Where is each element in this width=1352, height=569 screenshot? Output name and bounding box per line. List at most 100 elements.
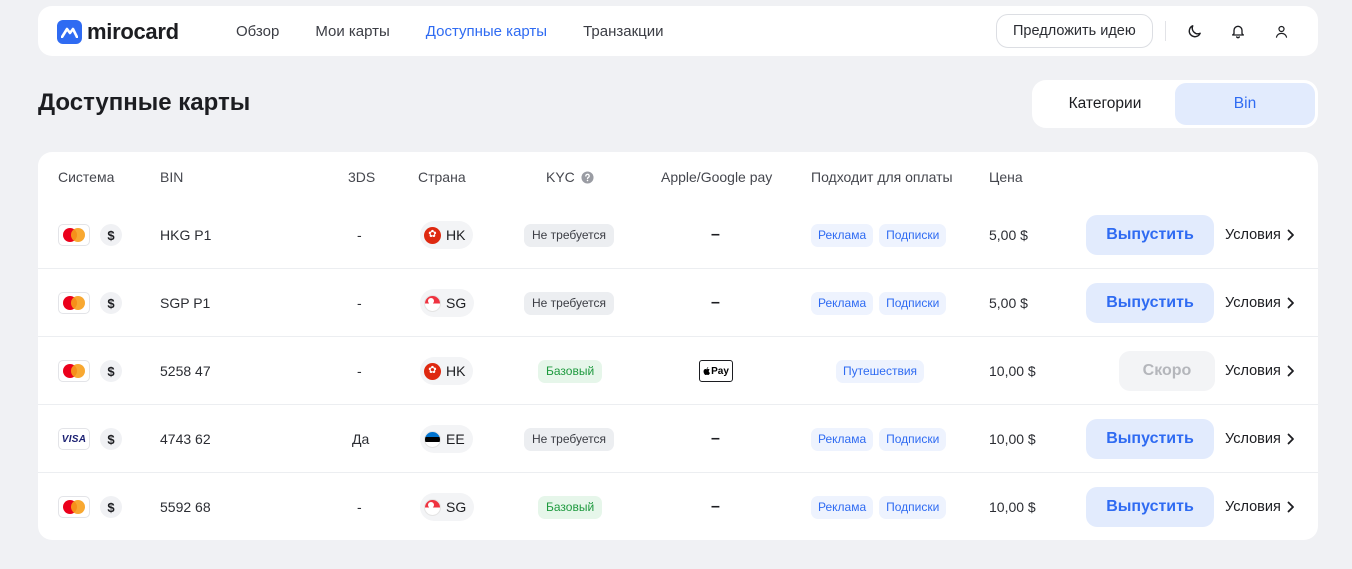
usage-tag: Реклама xyxy=(811,291,874,315)
table-row: VISA $ 4743 62 Да EE Не требуется – Рекл… xyxy=(38,404,1318,472)
price-value: 5,00 $ xyxy=(989,295,1028,311)
price-value: 10,00 $ xyxy=(989,431,1036,447)
chevron-right-icon xyxy=(1287,229,1294,241)
bin-value: HKG P1 xyxy=(160,227,212,243)
divider xyxy=(1165,21,1166,41)
column-header-country: Страна xyxy=(418,169,466,185)
usage-tag: Подписки xyxy=(879,427,947,451)
singapore-flag-icon xyxy=(424,498,441,516)
usage-tag: Реклама xyxy=(811,223,874,247)
country-badge: SG xyxy=(420,493,475,521)
3ds-value: - xyxy=(357,227,362,243)
column-header-wallet-pay: Apple/Google pay xyxy=(661,169,773,185)
table-row: $ HKG P1 - ✿ HK Не требуется – Реклама П… xyxy=(38,201,1318,269)
country-code: SG xyxy=(446,295,467,311)
issue-card-button[interactable]: Выпустить xyxy=(1086,283,1214,323)
cards-table: Система BIN 3DS Страна KYC Apple/Google … xyxy=(38,152,1318,540)
kyc-badge: Не требуется xyxy=(524,223,614,247)
currency-icon: $ xyxy=(100,428,122,450)
column-header-kyc: KYC xyxy=(546,169,594,185)
bell-icon xyxy=(1232,25,1244,39)
kyc-badge: Не требуется xyxy=(524,427,614,451)
usage-tag: Подписки xyxy=(879,291,947,315)
country-code: HK xyxy=(446,227,466,243)
coming-soon-button: Скоро xyxy=(1119,351,1215,391)
country-badge: SG xyxy=(420,289,475,317)
country-code: HK xyxy=(446,363,466,379)
terms-label: Условия xyxy=(1225,499,1281,515)
terms-link[interactable]: Условия xyxy=(1225,431,1295,447)
terms-label: Условия xyxy=(1225,431,1281,447)
nav-item-transactions[interactable]: Транзакции xyxy=(583,23,663,40)
3ds-value: - xyxy=(357,363,362,379)
wallet-pay-value: – xyxy=(711,294,720,311)
column-header-3ds: 3DS xyxy=(348,169,376,185)
profile-button[interactable] xyxy=(1268,18,1294,44)
kyc-badge: Базовый xyxy=(538,495,603,519)
suggest-idea-button[interactable]: Предложить идею xyxy=(996,14,1153,48)
wallet-pay-value: – xyxy=(711,498,720,515)
terms-link[interactable]: Условия xyxy=(1225,227,1295,243)
table-row: $ SGP P1 - SG Не требуется – Реклама Под… xyxy=(38,268,1318,336)
visa-icon: VISA xyxy=(58,428,90,450)
estonia-flag-icon xyxy=(424,430,441,448)
mastercard-icon xyxy=(58,360,90,382)
brand-logo[interactable]: mirocard xyxy=(57,19,179,45)
usage-tag: Подписки xyxy=(879,495,947,519)
kyc-header-label: KYC xyxy=(546,169,575,185)
nav-item-my-cards[interactable]: Мои карты xyxy=(315,23,389,40)
page-title: Доступные карты xyxy=(38,89,251,116)
bin-value: 4743 62 xyxy=(160,431,211,447)
user-icon xyxy=(1275,25,1287,38)
tab-bin[interactable]: Bin xyxy=(1175,83,1315,125)
chevron-right-icon xyxy=(1287,365,1294,377)
apple-pay-label: Pay xyxy=(711,365,729,377)
price-value: 10,00 $ xyxy=(989,363,1036,379)
help-icon[interactable] xyxy=(581,170,594,184)
3ds-value: - xyxy=(357,499,362,515)
column-header-system: Система xyxy=(58,169,115,185)
mastercard-icon xyxy=(58,292,90,314)
tab-categories[interactable]: Категории xyxy=(1035,83,1175,125)
nav-item-available-cards[interactable]: Доступные карты xyxy=(426,23,547,40)
3ds-value: Да xyxy=(352,431,370,447)
country-badge: EE xyxy=(420,425,473,453)
bin-value: SGP P1 xyxy=(160,295,211,311)
theme-toggle-button[interactable] xyxy=(1181,18,1207,44)
issue-card-button[interactable]: Выпустить xyxy=(1086,419,1214,459)
moon-icon xyxy=(1188,24,1201,37)
nav-item-overview[interactable]: Обзор xyxy=(236,23,279,40)
country-code: EE xyxy=(446,431,465,447)
chevron-right-icon xyxy=(1287,501,1294,513)
bin-value: 5258 47 xyxy=(160,363,211,379)
usage-tag: Путешествия xyxy=(836,359,925,383)
usage-tag: Подписки xyxy=(879,223,947,247)
terms-link[interactable]: Условия xyxy=(1225,295,1295,311)
notifications-button[interactable] xyxy=(1225,18,1251,44)
usage-tag: Реклама xyxy=(811,427,874,451)
column-header-price: Цена xyxy=(989,169,1023,185)
mastercard-icon xyxy=(58,496,90,518)
chevron-right-icon xyxy=(1287,297,1294,309)
top-navigation-bar: mirocard Обзор Мои карты Доступные карты… xyxy=(38,6,1318,56)
3ds-value: - xyxy=(357,295,362,311)
column-header-bin: BIN xyxy=(160,169,184,185)
country-badge: ✿ HK xyxy=(420,357,474,385)
price-value: 10,00 $ xyxy=(989,499,1036,515)
terms-label: Условия xyxy=(1225,363,1281,379)
terms-link[interactable]: Условия xyxy=(1225,363,1295,379)
currency-icon: $ xyxy=(100,224,122,246)
brand-name: mirocard xyxy=(87,19,179,44)
issue-card-button[interactable]: Выпустить xyxy=(1086,487,1214,527)
country-code: SG xyxy=(446,499,467,515)
hong-kong-flag-icon: ✿ xyxy=(424,362,441,380)
wallet-pay-value: – xyxy=(711,430,720,447)
terms-link[interactable]: Условия xyxy=(1225,499,1295,515)
terms-label: Условия xyxy=(1225,295,1281,311)
issue-card-button[interactable]: Выпустить xyxy=(1086,215,1214,255)
hong-kong-flag-icon: ✿ xyxy=(424,226,441,244)
table-row: $ 5258 47 - ✿ HK Базовый Pay Путешествия… xyxy=(38,336,1318,404)
table-row: $ 5592 68 - SG Базовый – Реклама Подписк… xyxy=(38,472,1318,540)
wallet-pay-value: – xyxy=(711,226,720,243)
singapore-flag-icon xyxy=(424,294,441,312)
